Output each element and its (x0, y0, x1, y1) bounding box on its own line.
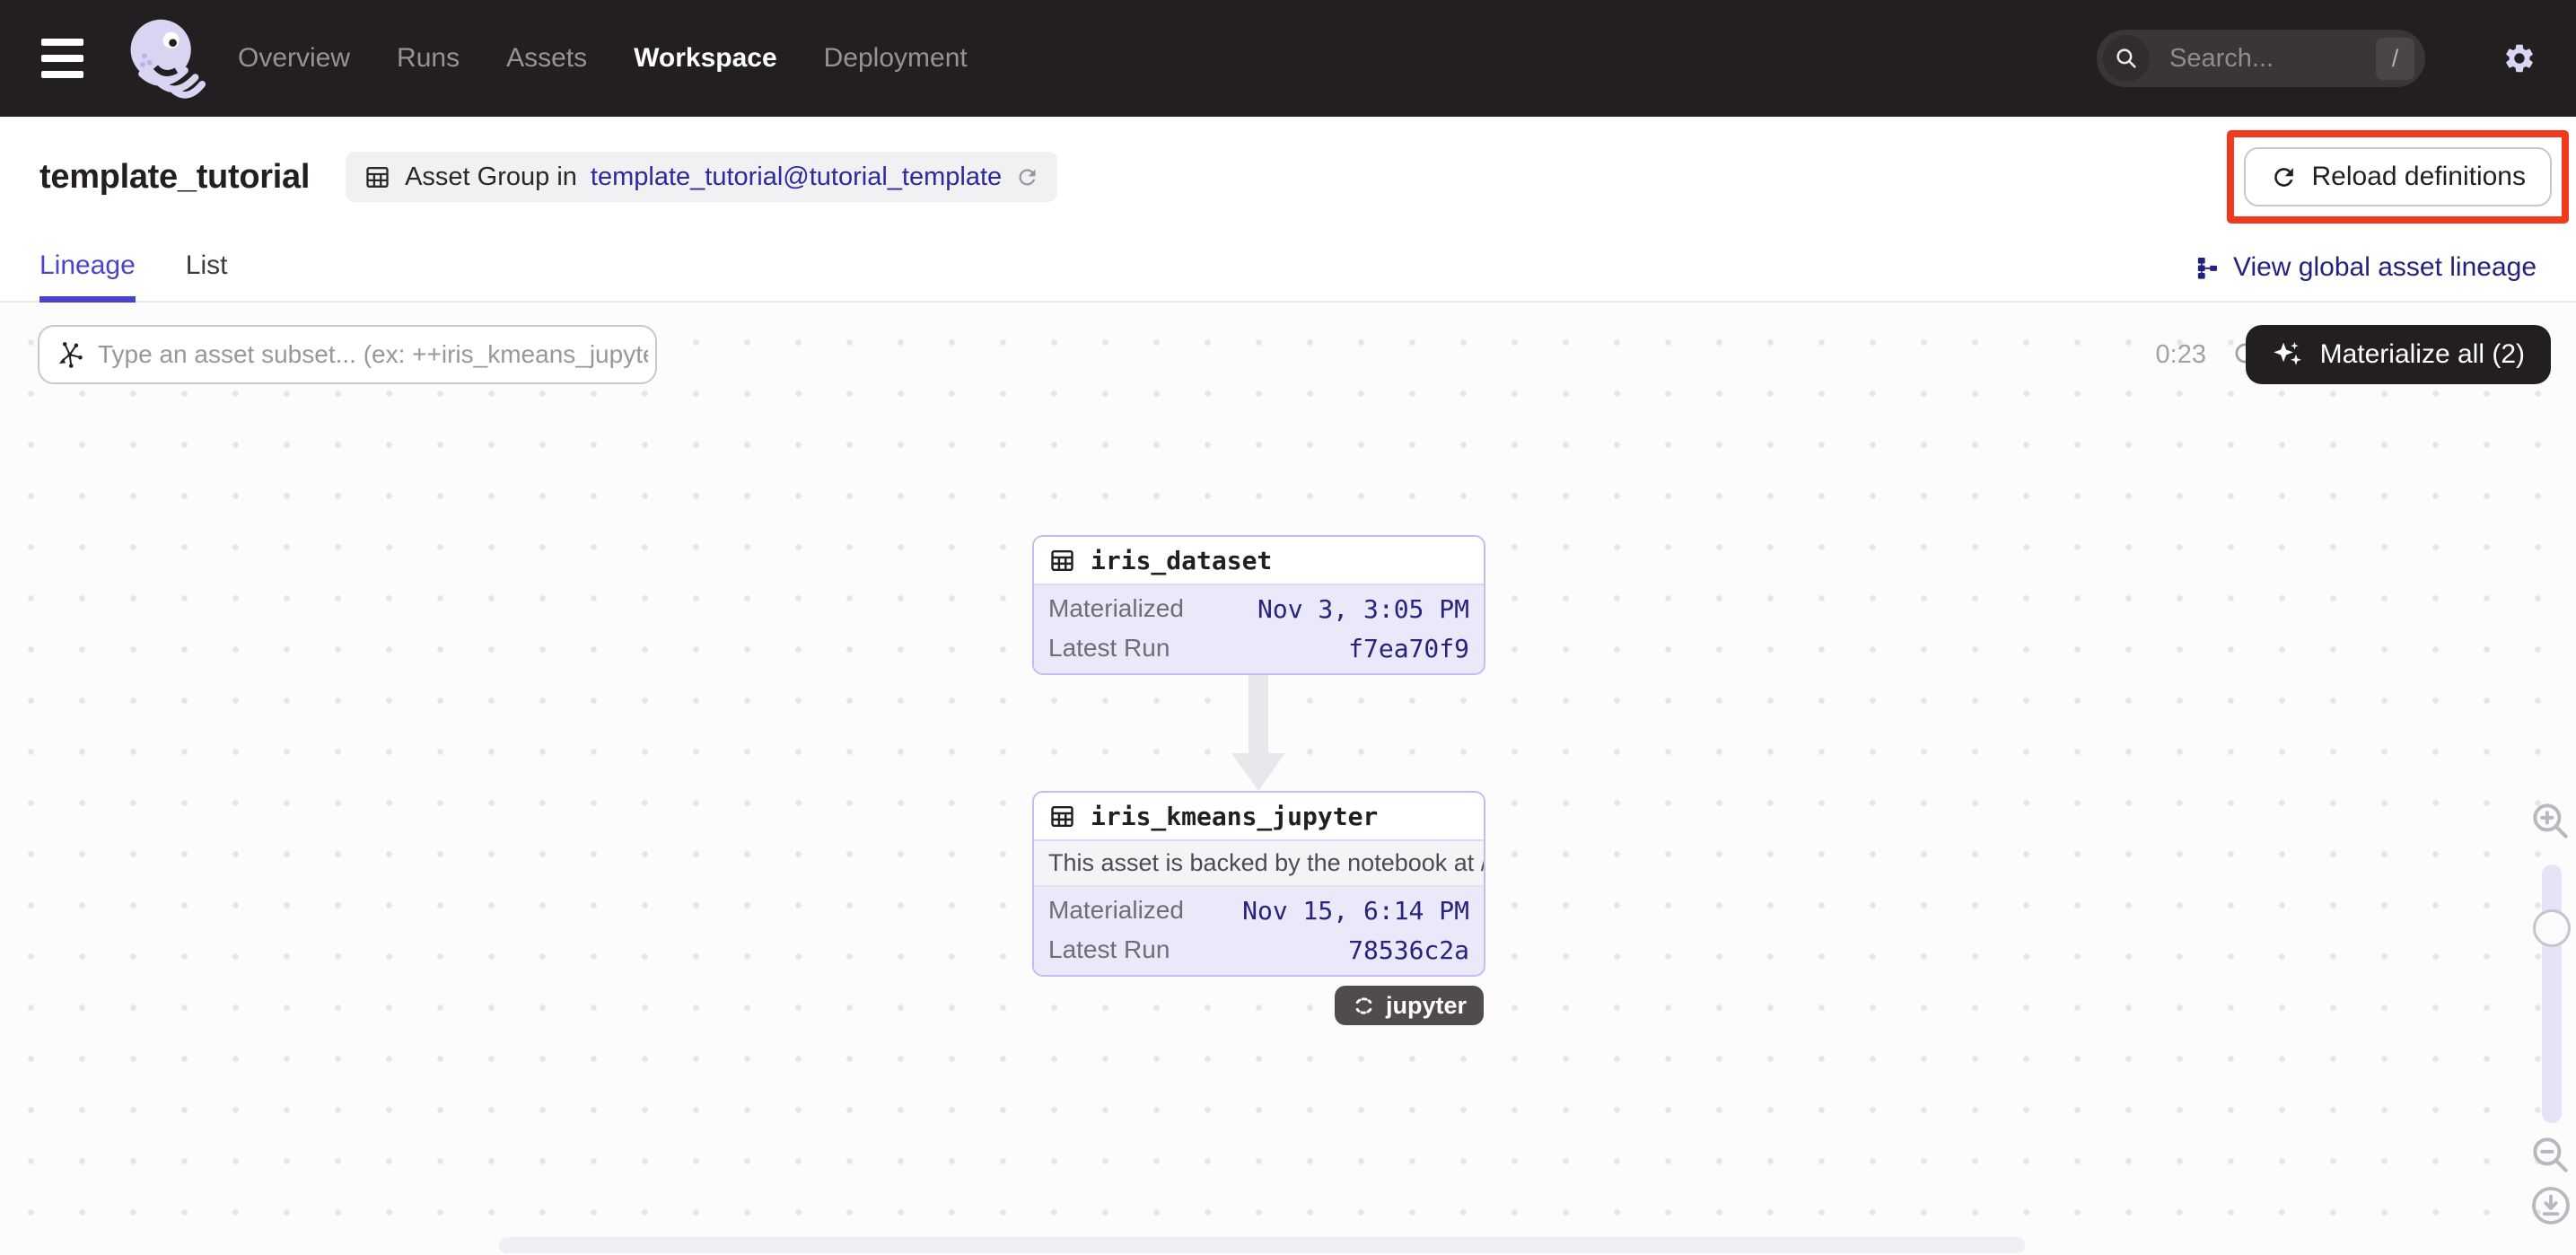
download-image-icon[interactable] (2529, 1184, 2572, 1227)
stat-value[interactable]: Nov 3, 3:05 PM (1257, 594, 1469, 624)
asset-graph-icon (54, 339, 84, 370)
stat-label: Latest Run (1048, 935, 1170, 964)
main-nav: Overview Runs Assets Workspace Deploymen… (238, 43, 968, 74)
asset-node-iris-dataset[interactable]: iris_dataset Materialized Nov 3, 3:05 PM… (1032, 535, 1485, 675)
tabs-row: Lineage List View global asset lineage (0, 232, 2576, 303)
view-global-asset-lineage-label: View global asset lineage (2233, 252, 2537, 283)
stat-row: Materialized Nov 3, 3:05 PM (1048, 589, 1469, 628)
zoom-out-icon[interactable] (2528, 1132, 2572, 1177)
nav-item-deployment[interactable]: Deployment (824, 43, 968, 74)
asset-name: iris_kmeans_jupyter (1091, 802, 1378, 831)
asset-name: iris_dataset (1091, 546, 1272, 575)
asset-subset-input[interactable] (96, 339, 650, 370)
tab-lineage[interactable]: Lineage (39, 250, 136, 301)
stat-value[interactable]: Nov 15, 6:14 PM (1242, 896, 1469, 926)
annotation-highlight-box: Reload definitions (2227, 130, 2570, 224)
search-icon (2103, 35, 2150, 82)
lineage-edge-arrow (1231, 669, 1285, 791)
compute-kind-tag-jupyter[interactable]: jupyter (1335, 986, 1484, 1025)
zoom-in-icon[interactable] (2528, 798, 2572, 843)
stat-row: Materialized Nov 15, 6:14 PM (1048, 891, 1469, 930)
search-shortcut-key: / (2376, 38, 2414, 80)
tab-list[interactable]: List (186, 250, 228, 301)
materialize-all-button[interactable]: Materialize all (2) (2246, 325, 2551, 384)
zoom-slider-track[interactable] (2542, 864, 2562, 1123)
stat-row: Latest Run f7ea70f9 (1048, 628, 1469, 668)
reload-icon (2270, 163, 2298, 191)
asset-description: This asset is backed by the notebook at … (1034, 841, 1484, 887)
reload-definitions-button[interactable]: Reload definitions (2244, 147, 2553, 206)
refresh-timer: 0:23 (2156, 340, 2206, 370)
settings-gear-icon[interactable] (2502, 41, 2537, 75)
search-input[interactable] (2168, 43, 2376, 75)
dagster-logo[interactable] (121, 13, 207, 103)
horizontal-scrollbar[interactable] (499, 1237, 2025, 1253)
search-box[interactable]: / (2097, 30, 2425, 87)
stat-row: Latest Run 78536c2a (1048, 930, 1469, 970)
asset-node-iris-kmeans-jupyter[interactable]: iris_kmeans_jupyter This asset is backed… (1032, 791, 1485, 977)
page-header: template_tutorial Asset Group in templat… (0, 117, 2576, 232)
stat-label: Latest Run (1048, 634, 1170, 663)
chip-refresh-icon[interactable] (1015, 165, 1039, 189)
stat-label: Materialized (1048, 896, 1184, 925)
compute-kind-label: jupyter (1386, 992, 1467, 1020)
hamburger-menu-icon[interactable] (41, 39, 83, 78)
table-icon (1048, 547, 1076, 575)
asset-group-icon (364, 163, 391, 191)
view-global-asset-lineage-link[interactable]: View global asset lineage (2194, 252, 2537, 301)
asset-subset-filter[interactable] (38, 325, 657, 384)
stat-value[interactable]: 78536c2a (1348, 935, 1469, 965)
zoom-slider-handle[interactable] (2533, 909, 2571, 947)
jupyter-icon (1352, 994, 1376, 1018)
nav-item-assets[interactable]: Assets (506, 43, 587, 74)
table-icon (1048, 803, 1076, 830)
reload-definitions-label: Reload definitions (2312, 162, 2527, 192)
nav-item-runs[interactable]: Runs (397, 43, 460, 74)
asset-group-link[interactable]: template_tutorial@tutorial_template (591, 162, 1002, 192)
asset-lineage-canvas[interactable]: 0:23 Materialize all (2) (0, 303, 2576, 1255)
stat-label: Materialized (1048, 594, 1184, 623)
lineage-graph-icon (2194, 255, 2220, 281)
nav-item-workspace[interactable]: Workspace (634, 43, 777, 74)
nav-item-overview[interactable]: Overview (238, 43, 350, 74)
top-nav-bar: Overview Runs Assets Workspace Deploymen… (0, 0, 2576, 117)
page-title: template_tutorial (39, 158, 310, 197)
asset-group-prefix: Asset Group in (405, 162, 577, 192)
sparkles-icon (2272, 338, 2305, 372)
stat-value[interactable]: f7ea70f9 (1348, 634, 1469, 663)
asset-group-chip: Asset Group in template_tutorial@tutoria… (346, 152, 1057, 202)
materialize-all-label: Materialize all (2) (2320, 339, 2525, 370)
